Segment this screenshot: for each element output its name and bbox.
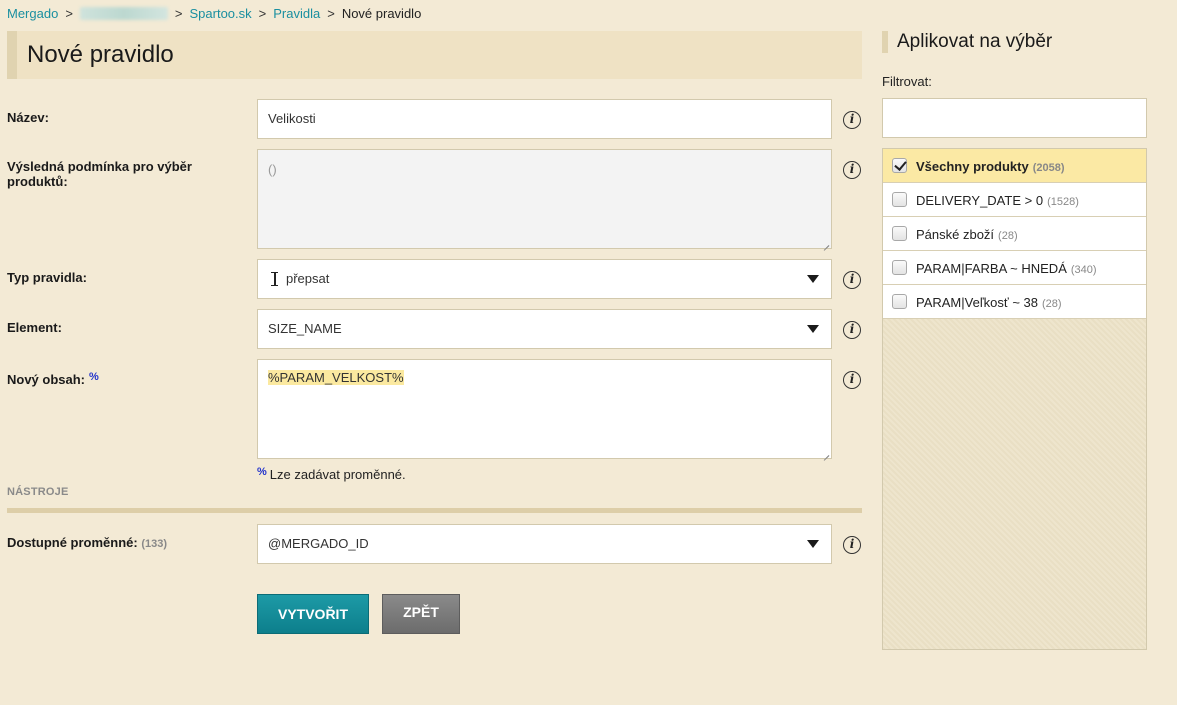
page-header: Nové pravidlo — [7, 31, 862, 79]
checkbox-icon[interactable] — [892, 226, 907, 241]
resize-handle-icon[interactable] — [822, 449, 830, 457]
create-button[interactable]: VYTVOŘIT — [257, 594, 369, 634]
selection-item[interactable]: Pánské zboží (28) — [883, 217, 1146, 251]
chevron-down-icon — [807, 325, 819, 333]
selection-item-count: (2058) — [1032, 162, 1065, 174]
breadcrumb-separator: > — [174, 6, 183, 21]
variables-value: @MERGADO_ID — [268, 536, 369, 551]
rule-type-label: Typ pravidla: — [7, 270, 87, 285]
breadcrumb: Mergado > > Spartoo.sk > Pravidla > Nové pravid… — [7, 6, 421, 21]
checkbox-icon[interactable] — [892, 260, 907, 275]
sidebar-header: Aplikovat na výběr — [882, 31, 1147, 53]
selection-item-count: (28) — [1042, 298, 1062, 310]
info-icon[interactable]: i — [843, 371, 861, 389]
selection-item[interactable]: Všechny produkty (2058) — [883, 149, 1146, 183]
breadcrumb-link-redacted[interactable] — [79, 7, 168, 20]
breadcrumb-separator: > — [65, 6, 73, 21]
new-content-label-text: Nový obsah: — [7, 372, 86, 387]
variables-hint: % Lze zadávat proměnné. — [257, 466, 406, 482]
breadcrumb-current: Nové pravidlo — [341, 6, 422, 21]
condition-label: Výsledná podmínka pro výběr produktů: — [7, 159, 192, 189]
breadcrumb-link-shop[interactable]: Spartoo.sk — [190, 6, 252, 21]
selection-item-name: Pánské zboží — [916, 227, 995, 242]
variables-hint-text: Lze zadávat proměnné. — [269, 467, 406, 482]
variables-count: (133) — [141, 538, 168, 550]
name-input[interactable]: Velikosti — [257, 99, 832, 139]
info-icon[interactable]: i — [843, 161, 861, 179]
selection-item-count: (1528) — [1047, 196, 1079, 208]
breadcrumb-separator: > — [258, 6, 267, 21]
info-icon[interactable]: i — [843, 321, 861, 339]
selection-item-name: DELIVERY_DATE > 0 — [916, 193, 1044, 208]
sidebar-title: Aplikovat na výběr — [897, 31, 1053, 52]
selection-item-label: Všechny produkty (2058) — [916, 159, 1065, 174]
selection-item-label: PARAM|FARBA ~ HNEDÁ (340) — [916, 261, 1097, 276]
chevron-down-icon — [807, 540, 819, 548]
chevron-down-icon — [807, 275, 819, 283]
info-icon[interactable]: i — [843, 111, 861, 129]
checkbox-icon[interactable] — [892, 294, 907, 309]
name-label: Název: — [7, 110, 49, 125]
checkmark-icon — [894, 158, 907, 171]
name-input-value: Velikosti — [268, 111, 316, 126]
element-value: SIZE_NAME — [268, 321, 342, 336]
rule-type-value: přepsat — [286, 271, 330, 286]
variables-label-text: Dostupné proměnné: — [7, 535, 138, 550]
selection-item[interactable]: PARAM|FARBA ~ HNEDÁ (340) — [883, 251, 1146, 285]
page-title: Nové pravidlo — [27, 41, 174, 68]
new-content-label: Nový obsah:% — [7, 370, 99, 387]
selection-item-name: Všechny produkty — [916, 159, 1029, 174]
variables-select[interactable]: @MERGADO_ID — [257, 524, 832, 564]
element-label: Element: — [7, 320, 62, 335]
filter-label: Filtrovat: — [882, 74, 932, 89]
checkbox-icon[interactable] — [892, 158, 907, 173]
new-content-textarea[interactable]: %PARAM_VELKOST% — [257, 359, 832, 459]
selection-item-name: PARAM|Veľkosť ~ 38 — [916, 295, 1038, 310]
info-icon[interactable]: i — [843, 536, 861, 554]
variables-marker: % — [257, 466, 267, 478]
selection-item-label: Pánské zboží (28) — [916, 227, 1018, 242]
selection-item-count: (28) — [998, 230, 1018, 242]
resize-handle-icon[interactable] — [822, 239, 830, 247]
back-button[interactable]: ZPĚT — [382, 594, 460, 634]
rule-type-select[interactable]: přepsat — [257, 259, 832, 299]
breadcrumb-link-rules[interactable]: Pravidla — [273, 6, 320, 21]
breadcrumb-separator: > — [327, 6, 335, 21]
variables-label: Dostupné proměnné: (133) — [7, 535, 167, 552]
tools-section-title: NÁSTROJE — [7, 486, 69, 498]
filter-input[interactable] — [882, 98, 1147, 138]
selection-item-label: PARAM|Veľkosť ~ 38 (28) — [916, 295, 1062, 310]
checkbox-icon[interactable] — [892, 192, 907, 207]
condition-value: () — [268, 162, 277, 177]
variables-marker: % — [89, 371, 99, 383]
element-select[interactable]: SIZE_NAME — [257, 309, 832, 349]
selection-item[interactable]: DELIVERY_DATE > 0 (1528) — [883, 183, 1146, 217]
text-cursor-icon — [271, 272, 278, 286]
selection-item-name: PARAM|FARBA ~ HNEDÁ — [916, 261, 1067, 276]
selection-item[interactable]: PARAM|Veľkosť ~ 38 (28) — [883, 285, 1146, 319]
info-icon[interactable]: i — [843, 271, 861, 289]
condition-textarea: () — [257, 149, 832, 249]
selection-list: Všechny produkty (2058) DELIVERY_DATE > 0… — [882, 148, 1147, 650]
breadcrumb-link-mergado[interactable]: Mergado — [7, 6, 58, 21]
selection-item-count: (340) — [1070, 264, 1097, 276]
section-divider — [7, 508, 862, 513]
selection-item-label: DELIVERY_DATE > 0 (1528) — [916, 193, 1079, 208]
new-content-value: %PARAM_VELKOST% — [268, 370, 404, 385]
